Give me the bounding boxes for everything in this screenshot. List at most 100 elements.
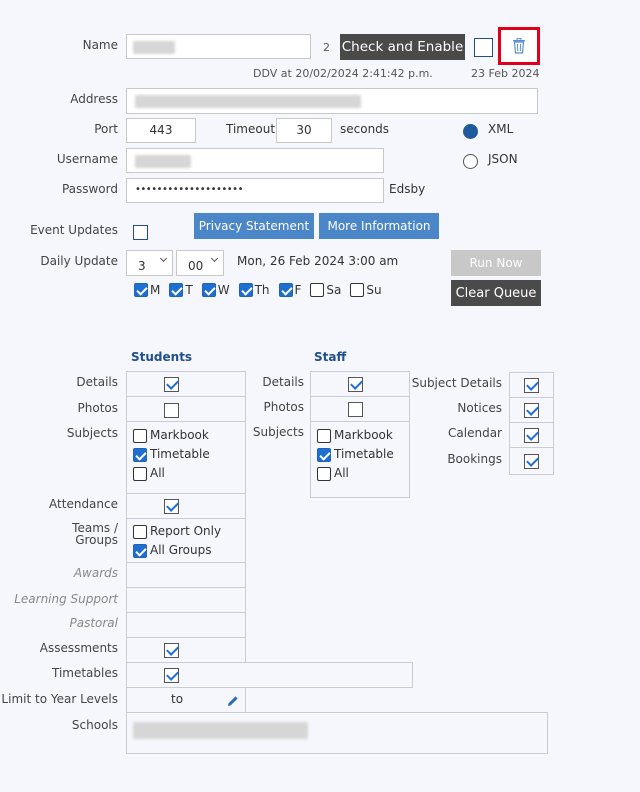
trash-icon — [513, 38, 525, 54]
checkbox[interactable] — [317, 447, 331, 462]
chevron-down-icon — [210, 254, 219, 263]
staff-details-checkbox[interactable] — [348, 377, 363, 392]
students-subjects-cell: Markbook Timetable All — [126, 421, 246, 494]
option-label: All — [334, 466, 349, 480]
students-details-cell — [126, 371, 246, 397]
name-label: Name — [82, 38, 118, 52]
checkbox[interactable] — [133, 466, 147, 481]
staff-photos-checkbox[interactable] — [348, 402, 363, 417]
redacted-name — [133, 41, 175, 54]
day-label: T — [185, 283, 193, 297]
json-label: JSON — [488, 152, 518, 166]
option-label: Timetable — [334, 447, 394, 461]
port-input[interactable]: 443 — [126, 118, 196, 143]
next-run-text: Mon, 26 Feb 2024 3:00 am — [237, 254, 399, 268]
staff-header: Staff — [314, 350, 347, 364]
name-input[interactable] — [126, 34, 311, 59]
event-updates-checkbox[interactable] — [133, 225, 148, 240]
staff-details-label: Details — [262, 375, 304, 389]
pastoral-cell — [126, 612, 246, 638]
clear-queue-button[interactable]: Clear Queue — [451, 280, 541, 306]
attendance-checkbox[interactable] — [164, 499, 179, 514]
day-checkbox[interactable] — [201, 283, 216, 297]
schools-label: Schools — [71, 718, 118, 732]
notices-label: Notices — [457, 401, 502, 415]
calendar-cell — [509, 422, 554, 448]
password-suffix: Edsby — [389, 182, 426, 196]
day-wednesday[interactable]: W — [201, 283, 230, 297]
staff-all-option[interactable]: All — [317, 464, 394, 483]
delete-button[interactable] — [498, 27, 540, 65]
privacy-statement-button[interactable]: Privacy Statement — [194, 213, 314, 239]
day-checkbox[interactable] — [134, 283, 148, 297]
schools-input[interactable] — [126, 712, 548, 754]
year-to-label: to — [171, 692, 184, 706]
weekday-checkboxes: M T W Th F Sa Su — [134, 283, 382, 297]
assessments-checkbox[interactable] — [164, 643, 179, 658]
check-and-enable-button[interactable]: Check and Enable — [340, 34, 465, 60]
password-input[interactable]: •••••••••••••••••••• — [126, 178, 384, 203]
checkbox[interactable] — [133, 447, 147, 462]
xml-radio[interactable] — [463, 124, 478, 139]
day-checkbox[interactable] — [238, 283, 253, 297]
day-saturday[interactable]: Sa — [310, 283, 341, 297]
checkbox[interactable] — [133, 428, 147, 443]
staff-subjects-label: Subjects — [252, 425, 304, 439]
students-all-option[interactable]: All — [133, 464, 210, 483]
students-details-checkbox[interactable] — [164, 377, 179, 392]
checkbox[interactable] — [317, 428, 331, 443]
checkbox[interactable] — [133, 543, 147, 558]
day-sunday[interactable]: Su — [350, 283, 382, 297]
day-label: Sa — [326, 283, 342, 297]
all-groups-option[interactable]: All Groups — [133, 541, 221, 560]
report-only-option[interactable]: Report Only — [133, 522, 221, 541]
staff-photos-cell — [310, 396, 410, 422]
day-checkbox[interactable] — [169, 283, 184, 297]
day-checkbox[interactable] — [278, 283, 293, 297]
staff-subjects-cell: Markbook Timetable All — [310, 421, 410, 498]
assessments-cell — [126, 637, 246, 663]
json-radio[interactable] — [463, 154, 478, 169]
bookings-label: Bookings — [447, 452, 502, 466]
students-photos-cell — [126, 396, 246, 422]
username-input[interactable] — [126, 148, 384, 173]
pastoral-label: Pastoral — [69, 616, 118, 630]
students-timetable-option[interactable]: Timetable — [133, 445, 210, 464]
more-information-button[interactable]: More Information — [319, 213, 439, 239]
day-monday[interactable]: M — [134, 283, 160, 297]
checkbox[interactable] — [317, 466, 331, 481]
day-checkbox[interactable] — [310, 283, 325, 297]
timetables-cell — [126, 662, 413, 688]
timeout-input[interactable]: 30 — [276, 118, 332, 143]
address-input[interactable] — [126, 88, 538, 114]
enable-checkbox[interactable] — [474, 38, 493, 57]
run-now-button[interactable]: Run Now — [451, 250, 541, 276]
bookings-checkbox[interactable] — [524, 454, 539, 469]
day-tuesday[interactable]: T — [169, 283, 193, 297]
day-thursday[interactable]: Th — [238, 283, 270, 297]
assessments-label: Assessments — [39, 641, 118, 655]
staff-timetable-option[interactable]: Timetable — [317, 445, 394, 464]
staff-markbook-option[interactable]: Markbook — [317, 426, 394, 445]
address-label: Address — [70, 92, 118, 106]
day-friday[interactable]: F — [278, 283, 301, 297]
notices-cell — [509, 397, 554, 423]
hour-select[interactable]: 3 — [126, 250, 173, 276]
subject-details-checkbox[interactable] — [524, 378, 539, 393]
calendar-checkbox[interactable] — [524, 428, 539, 443]
students-photos-label: Photos — [77, 401, 118, 415]
pencil-icon[interactable] — [227, 695, 239, 707]
timetables-label: Timetables — [51, 666, 118, 680]
day-label: W — [217, 283, 230, 297]
last-check-status: DDV at 20/02/2024 2:41:42 p.m. — [253, 67, 433, 80]
day-checkbox[interactable] — [350, 283, 365, 297]
teams-label-line2: Groups — [75, 533, 118, 547]
checkbox[interactable] — [133, 524, 147, 539]
students-subjects-label: Subjects — [66, 426, 118, 440]
minute-select[interactable]: 00 — [176, 250, 224, 276]
students-markbook-option[interactable]: Markbook — [133, 426, 210, 445]
students-photos-checkbox[interactable] — [164, 403, 179, 418]
year-levels-cell[interactable]: to — [126, 687, 246, 713]
notices-checkbox[interactable] — [524, 403, 539, 418]
timetables-checkbox[interactable] — [164, 668, 179, 683]
